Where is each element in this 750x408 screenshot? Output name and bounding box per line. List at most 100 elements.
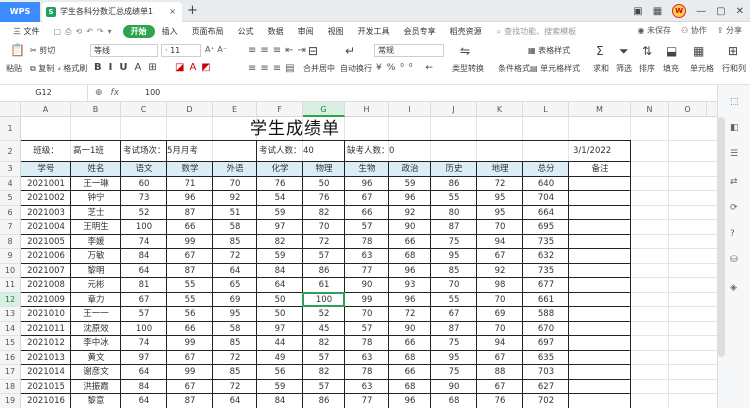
score-cell[interactable]: 59: [257, 380, 303, 395]
student-name-cell[interactable]: 元彬: [71, 278, 121, 293]
student-name-cell[interactable]: 钟宁: [71, 191, 121, 206]
type-convert-icon[interactable]: ⇋: [460, 44, 470, 58]
student-id-cell[interactable]: 2021003: [21, 206, 71, 221]
score-cell[interactable]: 67: [167, 380, 213, 395]
cells-icon[interactable]: ▦: [693, 44, 704, 58]
score-cell[interactable]: 69: [477, 307, 523, 322]
font-color-buttons[interactable]: ◪A◩: [175, 62, 216, 73]
row-header-8[interactable]: 8: [0, 234, 21, 249]
score-cell[interactable]: 85: [431, 264, 477, 279]
score-cell[interactable]: 70: [345, 307, 389, 322]
score-cell[interactable]: 54: [257, 191, 303, 206]
fill-icon[interactable]: ⬓: [666, 44, 677, 58]
score-cell[interactable]: 68: [389, 249, 431, 264]
score-cell[interactable]: 90: [389, 322, 431, 337]
student-name-cell[interactable]: 万敏: [71, 249, 121, 264]
score-cell[interactable]: 80: [431, 206, 477, 221]
score-cell[interactable]: 95: [213, 307, 257, 322]
score-cell[interactable]: 704: [523, 191, 569, 206]
score-cell[interactable]: 77: [345, 264, 389, 279]
percent-button[interactable]: %: [387, 63, 401, 73]
score-cell[interactable]: 92: [477, 264, 523, 279]
sync-icon[interactable]: ⟳: [730, 203, 738, 213]
exam-label[interactable]: 考试场次：: [121, 141, 167, 162]
student-id-cell[interactable]: 2021016: [21, 394, 71, 408]
score-cell[interactable]: 75: [431, 365, 477, 380]
score-cell[interactable]: 72: [213, 249, 257, 264]
student-id-cell[interactable]: 2021004: [21, 220, 71, 235]
fx-icon[interactable]: fx: [111, 85, 120, 101]
score-cell[interactable]: 82: [303, 336, 345, 351]
score-cell[interactable]: 78: [345, 235, 389, 250]
column-header-h[interactable]: H: [345, 102, 389, 117]
score-cell[interactable]: 64: [121, 264, 167, 279]
score-cell[interactable]: 75: [431, 336, 477, 351]
table-style-button[interactable]: ▦ 表格样式: [528, 45, 570, 56]
score-cell[interactable]: 76: [477, 394, 523, 408]
student-id-cell[interactable]: 2021013: [21, 351, 71, 366]
score-cell[interactable]: 735: [523, 235, 569, 250]
student-name-cell[interactable]: 黎明: [71, 264, 121, 279]
score-cell[interactable]: 64: [257, 278, 303, 293]
score-cell[interactable]: 70: [431, 278, 477, 293]
menu-tab-docer[interactable]: 稻壳资源: [443, 26, 489, 37]
vertical-scrollbar[interactable]: [717, 117, 725, 357]
score-cell[interactable]: 84: [121, 249, 167, 264]
score-cell[interactable]: 57: [345, 220, 389, 235]
row-header-19[interactable]: 19: [0, 394, 21, 408]
score-cell[interactable]: 55: [167, 293, 213, 308]
sum-icon[interactable]: Σ: [596, 44, 604, 58]
row-header-1[interactable]: 1: [0, 117, 21, 141]
close-tab-icon[interactable]: ×: [169, 2, 176, 22]
score-cell[interactable]: 96: [167, 191, 213, 206]
score-cell[interactable]: 50: [257, 293, 303, 308]
column-title[interactable]: 数学: [167, 162, 213, 177]
merge-center-button[interactable]: 合并居中: [303, 63, 335, 74]
column-header-e[interactable]: E: [213, 102, 257, 117]
format-painter-button[interactable]: ⸗ 格式刷: [58, 63, 87, 74]
font-grow-shrink-icons[interactable]: A⁺ A⁻: [205, 45, 227, 54]
wps-home-tab[interactable]: WPS: [0, 2, 40, 22]
ai-icon[interactable]: ◈: [730, 283, 737, 293]
score-cell[interactable]: 68: [431, 394, 477, 408]
score-cell[interactable]: 97: [257, 220, 303, 235]
score-cell[interactable]: 66: [167, 220, 213, 235]
score-cell[interactable]: 99: [167, 235, 213, 250]
backup-icon[interactable]: ⛁: [730, 255, 738, 265]
column-header-i[interactable]: I: [389, 102, 431, 117]
row-header-16[interactable]: 16: [0, 350, 21, 365]
score-cell[interactable]: 67: [477, 249, 523, 264]
score-cell[interactable]: 49: [257, 351, 303, 366]
student-id-cell[interactable]: 2021007: [21, 264, 71, 279]
score-cell[interactable]: 57: [121, 307, 167, 322]
score-cell[interactable]: 99: [345, 293, 389, 308]
column-title[interactable]: 备注: [569, 162, 631, 177]
score-cell[interactable]: 67: [345, 191, 389, 206]
cut-button[interactable]: ✂ 剪切: [30, 45, 55, 56]
row-header-18[interactable]: 18: [0, 379, 21, 394]
column-header-d[interactable]: D: [167, 102, 213, 117]
score-cell[interactable]: 82: [303, 206, 345, 221]
score-cell[interactable]: 94: [477, 336, 523, 351]
score-cell[interactable]: 96: [389, 394, 431, 408]
share-button[interactable]: ⇪ 分享: [717, 25, 742, 36]
score-cell[interactable]: 51: [213, 206, 257, 221]
cursor-tool-icon[interactable]: ⬚: [730, 97, 739, 107]
grid-icon[interactable]: ▦: [653, 6, 662, 17]
column-header-c[interactable]: C: [121, 102, 167, 117]
score-cell[interactable]: 661: [523, 293, 569, 308]
score-cell[interactable]: 57: [303, 351, 345, 366]
student-name-cell[interactable]: 黎意: [71, 394, 121, 408]
score-cell[interactable]: 66: [345, 206, 389, 221]
sort-button[interactable]: 排序: [639, 63, 655, 74]
score-cell[interactable]: 57: [345, 322, 389, 337]
score-cell[interactable]: 66: [389, 235, 431, 250]
score-cell[interactable]: 63: [345, 249, 389, 264]
score-cell[interactable]: 677: [523, 278, 569, 293]
row-header-7[interactable]: 7: [0, 220, 21, 235]
student-name-cell[interactable]: 李媛: [71, 235, 121, 250]
absent-label[interactable]: 缺考人数：: [345, 141, 389, 162]
currency-button[interactable]: ¥: [376, 63, 387, 73]
score-cell[interactable]: 70: [213, 177, 257, 192]
select-all-corner[interactable]: [0, 102, 21, 117]
